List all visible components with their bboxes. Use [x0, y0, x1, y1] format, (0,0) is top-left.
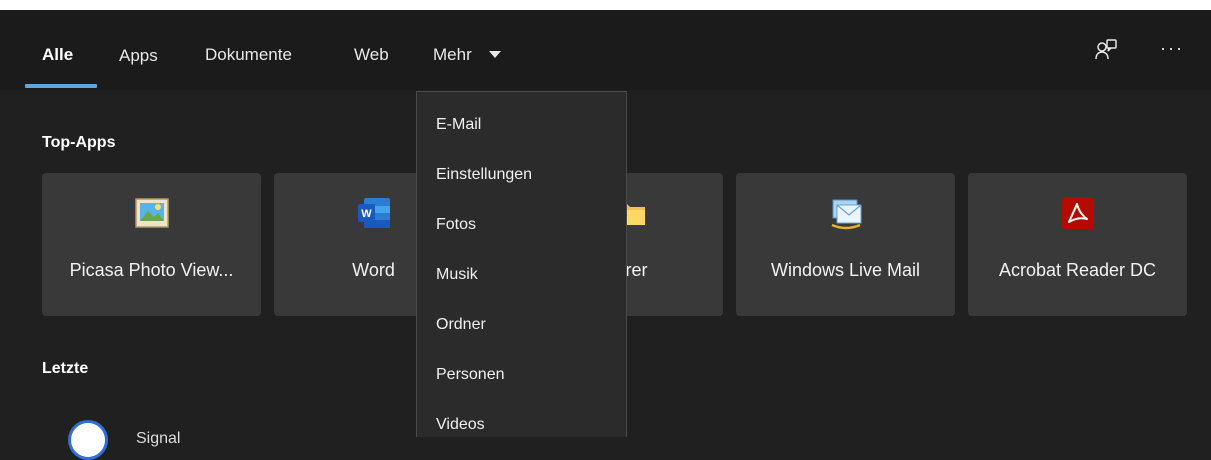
- section-title-top-apps: Top-Apps: [42, 134, 116, 151]
- tab-web[interactable]: Web: [354, 45, 389, 65]
- chevron-down-icon[interactable]: [489, 51, 501, 58]
- menu-item-label: Musik: [436, 266, 478, 283]
- mehr-dropdown-menu: E-Mail Einstellungen Fotos Musik Ordner …: [416, 91, 627, 437]
- word-icon: W: [356, 195, 392, 231]
- menu-item-label: Ordner: [436, 316, 486, 333]
- app-tile-label: Picasa Photo View...: [69, 260, 234, 280]
- window-top-edge: [0, 0, 1211, 10]
- acrobat-reader-icon: [1060, 195, 1096, 231]
- menu-item-personen[interactable]: Personen: [417, 354, 626, 398]
- active-tab-indicator: [25, 84, 97, 88]
- feedback-person-icon[interactable]: [1094, 38, 1118, 67]
- tab-apps[interactable]: Apps: [119, 46, 158, 66]
- tab-alle[interactable]: Alle: [42, 45, 73, 65]
- app-tile-label: Windows Live Mail: [770, 260, 921, 280]
- menu-item-videos[interactable]: Videos: [417, 404, 626, 448]
- recent-item-label[interactable]: Signal: [136, 430, 180, 448]
- menu-item-label: Videos: [436, 416, 485, 433]
- app-tile-picasa[interactable]: Picasa Photo View...: [42, 173, 261, 316]
- menu-item-fotos[interactable]: Fotos: [417, 204, 626, 248]
- svg-text:W: W: [361, 208, 372, 220]
- signal-icon[interactable]: [68, 420, 108, 460]
- picasa-photo-viewer-icon: [134, 195, 170, 231]
- windows-live-mail-icon: [828, 195, 864, 231]
- menu-item-musik[interactable]: Musik: [417, 254, 626, 298]
- menu-item-label: Fotos: [436, 216, 477, 233]
- menu-item-label: Einstellungen: [436, 166, 533, 183]
- tab-mehr[interactable]: Mehr: [433, 45, 472, 65]
- section-title-recent: Letzte: [42, 360, 89, 377]
- app-tile-acrobat-reader[interactable]: Acrobat Reader DC: [968, 173, 1187, 316]
- app-tile-label: Acrobat Reader DC: [998, 260, 1157, 280]
- search-header-bar: [0, 10, 1211, 90]
- tab-dokumente[interactable]: Dokumente: [205, 45, 292, 65]
- menu-item-label: E-Mail: [436, 116, 482, 133]
- menu-item-email[interactable]: E-Mail: [417, 104, 626, 148]
- app-tile-windows-live-mail[interactable]: Windows Live Mail: [736, 173, 955, 316]
- menu-item-label: Personen: [436, 366, 505, 383]
- more-options-button[interactable]: ···: [1160, 38, 1184, 59]
- menu-item-einstellungen[interactable]: Einstellungen: [417, 154, 626, 198]
- menu-item-ordner[interactable]: Ordner: [417, 304, 626, 348]
